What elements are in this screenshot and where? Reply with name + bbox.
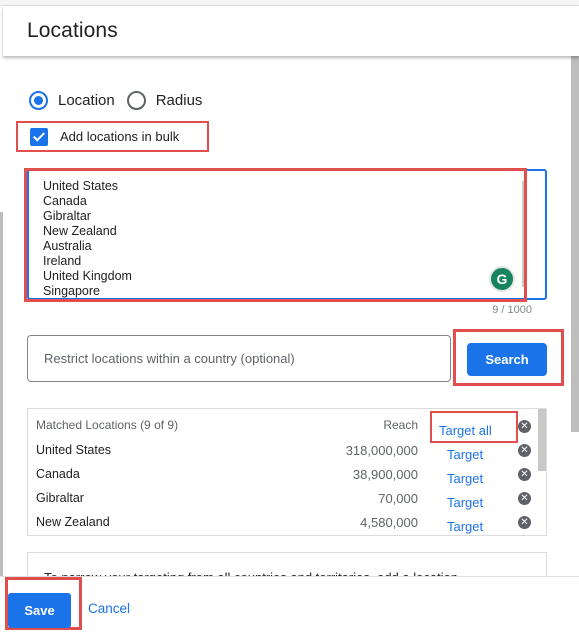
target-link[interactable]: Target (447, 471, 483, 486)
location-reach: 318,000,000 (345, 443, 418, 458)
remove-icon[interactable]: ✕ (518, 444, 531, 457)
cancel-button[interactable]: Cancel (88, 601, 130, 616)
radius-radio-label[interactable]: Radius (156, 92, 203, 109)
search-button[interactable]: Search (467, 343, 547, 376)
grammarly-icon[interactable]: G (489, 266, 515, 292)
targeting-mode-radio-group: Location Radius (29, 89, 214, 111)
location-name: United States (36, 443, 112, 457)
bulk-locations-textarea[interactable]: United States Canada Gibraltar New Zeala… (43, 179, 513, 299)
target-link[interactable]: Target (447, 447, 483, 462)
location-radio-label[interactable]: Location (58, 92, 115, 109)
textarea-scrollbar[interactable] (522, 181, 527, 287)
table-row: Gibraltar 70,000 Target ✕ (28, 491, 546, 515)
remove-all-icon[interactable]: ✕ (518, 420, 531, 433)
location-name: New Zealand (36, 515, 110, 529)
location-name: Canada (36, 467, 80, 481)
dialog-header: Locations (3, 6, 579, 56)
bulk-checkbox[interactable] (30, 127, 48, 146)
char-count: 9 / 1000 (492, 304, 532, 316)
bulk-checkbox-row: Add locations in bulk (16, 121, 209, 152)
reach-column-header: Reach (383, 418, 418, 432)
target-all-link[interactable]: Target all (439, 423, 492, 438)
save-button[interactable]: Save (8, 593, 71, 628)
location-name: Gibraltar (36, 491, 84, 505)
target-link[interactable]: Target (447, 519, 483, 534)
radius-radio[interactable] (126, 90, 146, 110)
bulk-locations-textarea-field[interactable]: United States Canada Gibraltar New Zeala… (27, 169, 547, 300)
restrict-country-input[interactable]: Restrict locations within a country (opt… (27, 335, 451, 382)
matched-locations-header: Matched Locations (9 of 9) (36, 418, 179, 432)
target-link[interactable]: Target (447, 495, 483, 510)
dialog-footer: Save Cancel (0, 576, 579, 640)
remove-icon[interactable]: ✕ (518, 468, 531, 481)
matched-locations-list: Matched Locations (9 of 9) Reach Target … (27, 408, 547, 536)
bulk-checkbox-label[interactable]: Add locations in bulk (60, 129, 179, 144)
location-reach: 4,580,000 (360, 515, 418, 530)
table-row: Canada 38,900,000 Target ✕ (28, 467, 546, 491)
table-row: United States 318,000,000 Target ✕ (28, 443, 546, 467)
dialog-title: Locations (27, 19, 118, 42)
table-row: New Zealand 4,580,000 Target ✕ (28, 515, 546, 535)
remove-icon[interactable]: ✕ (518, 492, 531, 505)
left-scrollbar[interactable] (0, 212, 3, 582)
remove-icon[interactable]: ✕ (518, 516, 531, 529)
page-scrollbar[interactable] (571, 56, 579, 432)
location-reach: 38,900,000 (352, 467, 418, 482)
location-radio[interactable] (29, 90, 48, 110)
location-reach: 70,000 (378, 491, 418, 506)
